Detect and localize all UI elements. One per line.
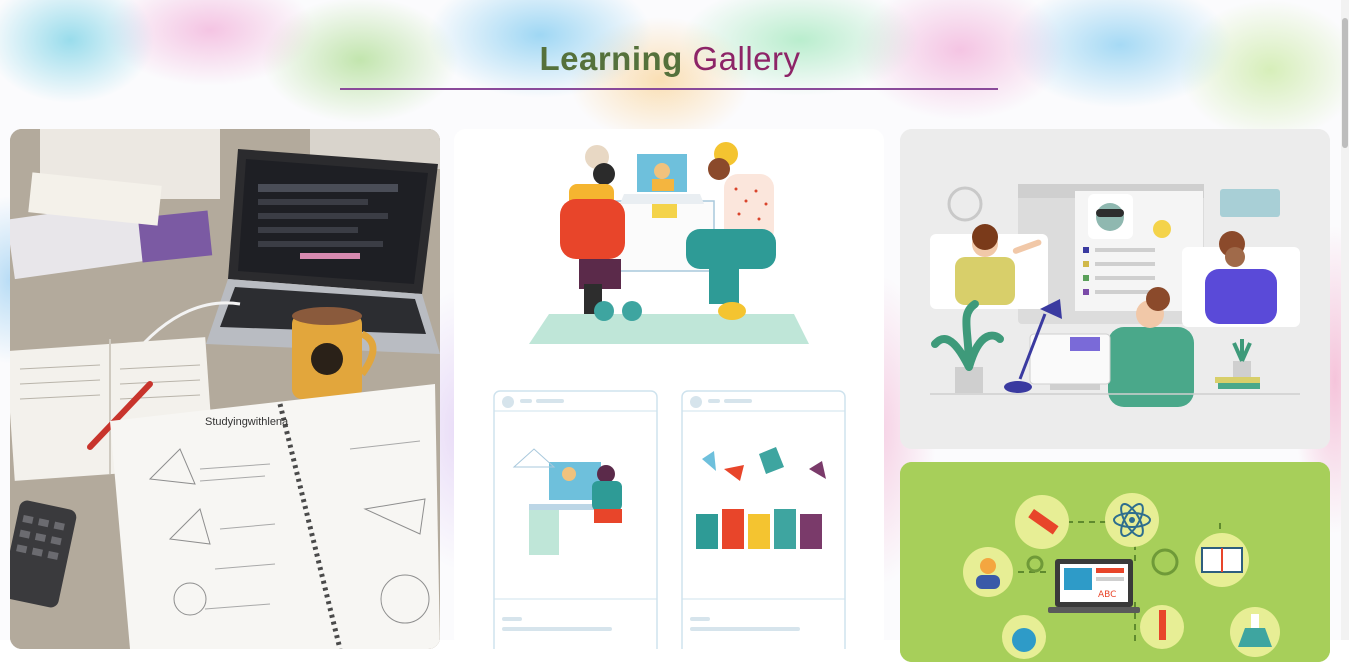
vertical-scrollbar[interactable]	[1341, 0, 1349, 640]
study-desk-illustration: Studyingwithlena	[10, 129, 440, 649]
notebook-label: Studyingwithlena	[205, 416, 289, 428]
book-icon	[1195, 533, 1249, 587]
gallery-image-education-icons[interactable]: ABC	[900, 462, 1330, 662]
rocket-icon	[1140, 605, 1184, 649]
social-post-card-2	[681, 390, 846, 649]
title-word-gallery: Gallery	[692, 40, 801, 77]
online-class-illustration	[900, 129, 1330, 449]
title-underline	[340, 88, 998, 90]
gallery-image-online-class[interactable]	[900, 129, 1330, 449]
globe-icon	[1002, 615, 1046, 659]
gallery-page: Learning Gallery Studyingwithlena ABC	[0, 0, 1349, 662]
student-avatar-icon	[963, 547, 1013, 597]
laptop-icon: ABC	[1048, 559, 1140, 613]
scrollbar-thumb[interactable]	[1342, 18, 1348, 148]
gallery-image-collaboration[interactable]	[454, 129, 884, 649]
flask-icon	[1230, 607, 1280, 657]
laptop-badge-text: ABC	[1098, 590, 1116, 600]
title-word-learning: Learning	[539, 40, 683, 77]
page-title: Learning Gallery	[0, 40, 1340, 78]
atom-icon	[1105, 493, 1159, 547]
education-icons-illustration: ABC	[900, 462, 1330, 662]
coffee-mug	[292, 307, 377, 399]
social-post-card-1	[493, 390, 658, 649]
gallery-image-study-desk[interactable]: Studyingwithlena	[10, 129, 440, 649]
collaboration-illustration	[454, 129, 884, 649]
pencil-icon	[1015, 495, 1069, 549]
